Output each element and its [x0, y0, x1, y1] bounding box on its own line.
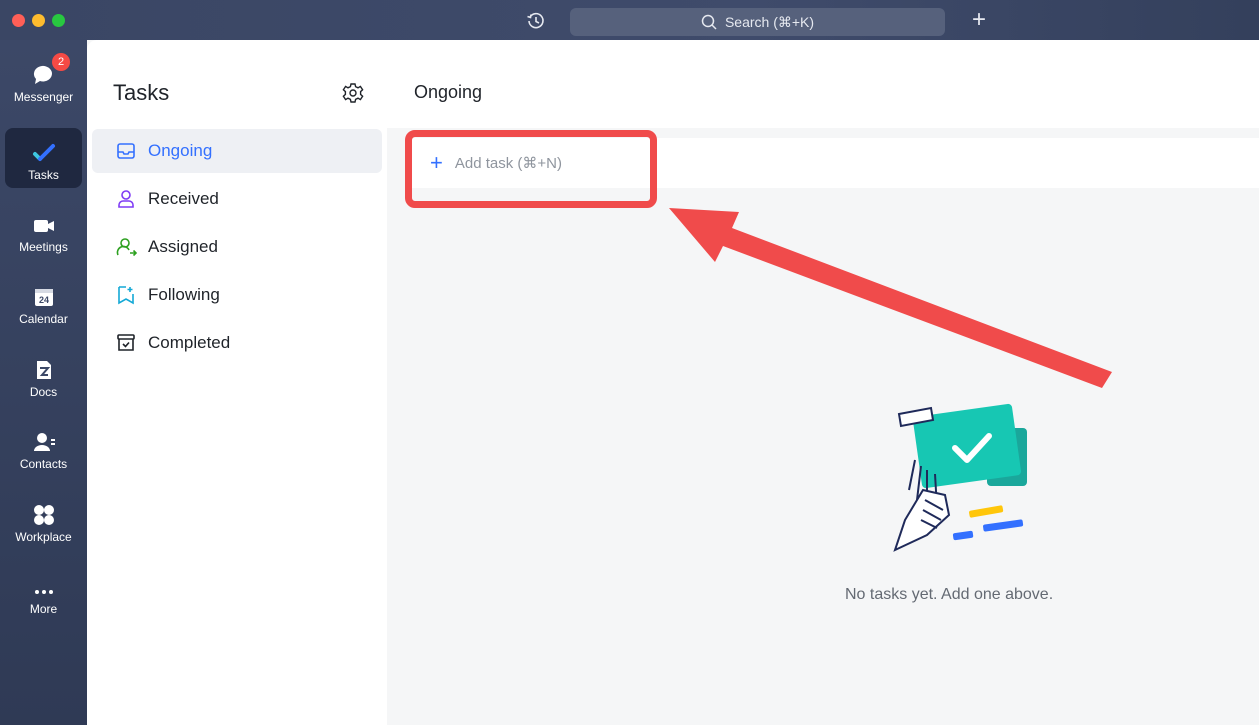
nav-item-following[interactable]: Following [92, 273, 382, 317]
inbox-icon [117, 143, 135, 159]
docs-icon [36, 361, 51, 379]
nav-item-received[interactable]: Received [92, 177, 382, 221]
main-header: Ongoing [387, 40, 1259, 128]
minimize-window-button[interactable] [32, 14, 45, 27]
meetings-icon [33, 220, 54, 232]
rail-item-tasks[interactable]: Tasks [5, 128, 82, 188]
workplace-icon [33, 505, 54, 525]
highlight-box [405, 130, 657, 208]
rail-item-more[interactable]: More [5, 562, 82, 622]
history-icon[interactable] [526, 11, 546, 31]
rail-label: Docs [29, 385, 58, 399]
search-box[interactable]: Search (⌘+K) [570, 8, 945, 36]
main-title: Ongoing [414, 82, 483, 102]
rail-item-calendar[interactable]: 24 Calendar [5, 272, 82, 332]
rail-item-contacts[interactable]: Contacts [5, 417, 82, 477]
rail-label: Contacts [19, 457, 68, 471]
empty-tasks-illustration [893, 403, 1027, 552]
title-bar: Search (⌘+K) + [0, 0, 1259, 40]
main-content: Ongoing + Add task (⌘+N) No tasks yet. A… [387, 40, 1259, 725]
rail-label: Tasks [28, 168, 59, 182]
close-window-button[interactable] [12, 14, 25, 27]
search-icon [701, 14, 717, 30]
gear-icon[interactable] [342, 82, 364, 104]
rail-item-meetings[interactable]: Meetings [5, 200, 82, 260]
calendar-icon: 24 [34, 289, 53, 306]
rail-label: More [29, 602, 58, 616]
nav-item-label: Received [148, 189, 219, 208]
archive-check-icon [117, 334, 135, 351]
app-rail: Messenger 2 Tasks Meetings 24 Calendar D… [0, 40, 87, 725]
more-icon [34, 590, 53, 594]
person-icon [118, 190, 134, 208]
rail-label: Workplace [15, 530, 72, 544]
bookmark-plus-icon [118, 286, 134, 305]
annotation-arrow [669, 208, 1112, 388]
unread-badge: 2 [52, 53, 70, 71]
tasks-panel: Tasks Ongoing Received Assigned Followin… [87, 40, 387, 725]
person-arrow-icon [116, 238, 138, 257]
nav-item-label: Ongoing [148, 141, 213, 160]
svg-text:24: 24 [38, 295, 48, 305]
nav-item-assigned[interactable]: Assigned [92, 225, 382, 269]
rail-label: Meetings [19, 240, 68, 254]
rail-label: Messenger [13, 90, 74, 104]
tasks-icon [32, 144, 55, 161]
panel-title: Tasks [113, 80, 170, 105]
nav-item-ongoing[interactable]: Ongoing [92, 129, 382, 173]
zoom-window-button[interactable] [52, 14, 65, 27]
nav-item-label: Assigned [148, 237, 218, 256]
nav-item-label: Completed [148, 333, 231, 352]
rail-item-docs[interactable]: Docs [5, 345, 82, 405]
nav-item-label: Following [148, 285, 220, 304]
contacts-icon [33, 433, 55, 451]
rail-item-workplace[interactable]: Workplace [5, 490, 82, 550]
rail-label: Calendar [19, 312, 68, 326]
nav-item-completed[interactable]: Completed [92, 321, 382, 365]
search-label: Search (⌘+K) [724, 13, 815, 30]
rail-item-messenger[interactable]: Messenger 2 [5, 50, 82, 110]
plus-icon[interactable]: + [972, 6, 986, 34]
